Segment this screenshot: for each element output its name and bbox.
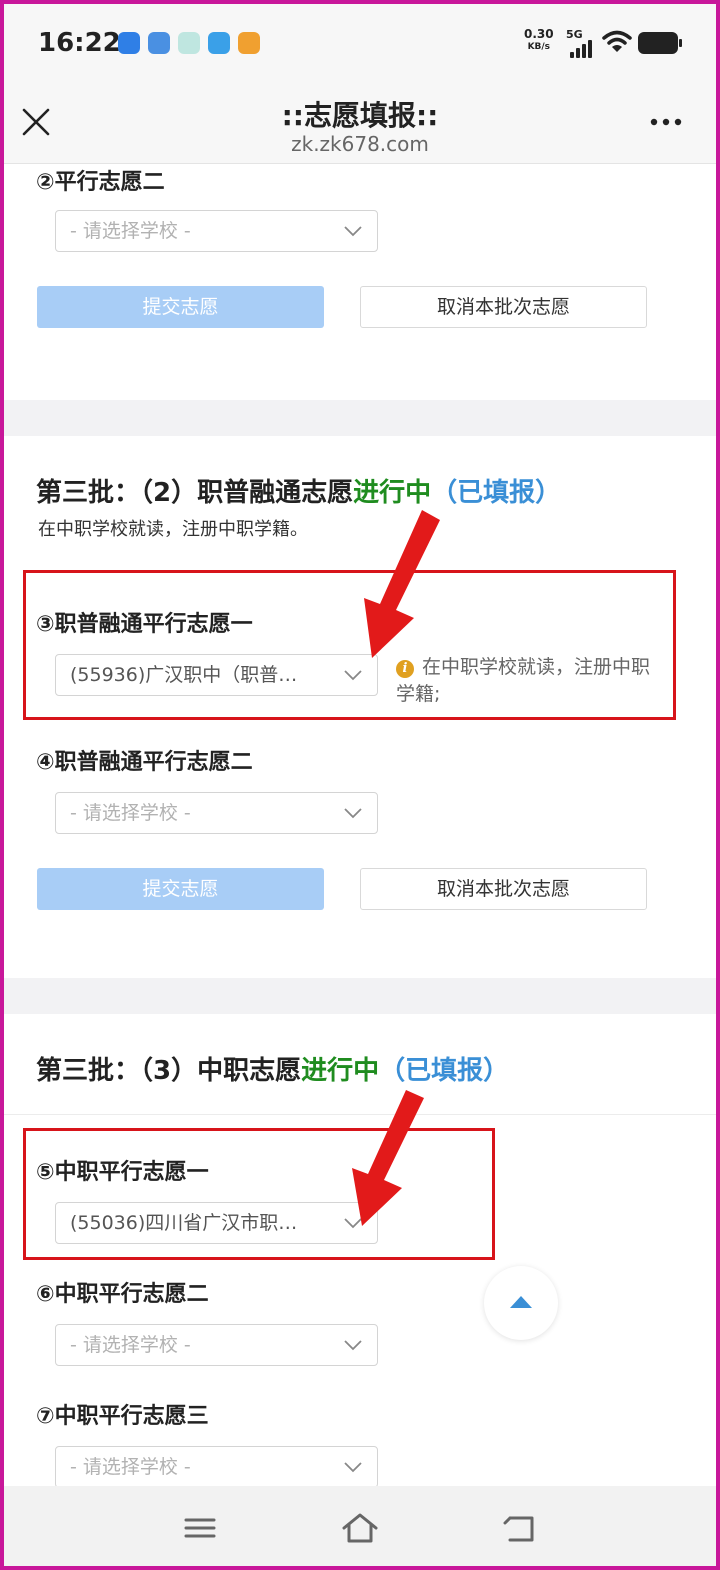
red-arrow-annotation — [364, 510, 440, 658]
app-notification-icon — [148, 32, 170, 54]
status-filled: （已填报） — [431, 478, 562, 508]
submit-button[interactable]: 提交志愿 — [37, 868, 324, 910]
select-placeholder: - 请选择学校 - — [70, 220, 191, 242]
chevron-down-icon — [344, 808, 362, 819]
batch-section-previous: ②平行志愿二 - 请选择学校 - 提交志愿 取消本批次志愿 — [4, 164, 716, 400]
school-select-choice-4[interactable]: - 请选择学校 - — [55, 792, 378, 834]
app-notification-icon — [178, 32, 200, 54]
select-placeholder: - 请选择学校 - — [70, 802, 191, 824]
cancel-batch-button[interactable]: 取消本批次志愿 — [360, 868, 647, 910]
section-title-main: 第三批：（3）中职志愿 — [36, 1056, 302, 1086]
clock: 16:22 — [38, 28, 121, 58]
back-icon[interactable] — [500, 1510, 540, 1546]
app-notification-icon — [118, 32, 140, 54]
menu-icon[interactable] — [180, 1510, 220, 1546]
browser-header: ::志愿填报:: zk.zk678.com — [4, 82, 716, 164]
network-speed-unit: KB/s — [527, 42, 551, 52]
field-label-choice-6: ⑥中职平行志愿二 — [36, 1282, 209, 1307]
network-speed-value: 0.30 — [524, 27, 554, 41]
chevron-down-icon — [344, 1462, 362, 1473]
field-label-choice-4: ④职普融通平行志愿二 — [36, 750, 253, 775]
home-icon[interactable] — [340, 1510, 380, 1546]
section-description: 在中职学校就读，注册中职学籍。 — [38, 519, 308, 540]
school-select-choice-6[interactable]: - 请选择学校 - — [55, 1324, 378, 1366]
status-bar: 16:22 0.30 KB/s 5G — [4, 4, 716, 82]
scroll-to-top-button[interactable] — [484, 1266, 558, 1340]
school-select-choice-7[interactable]: - 请选择学校 - — [55, 1446, 378, 1488]
chevron-down-icon — [344, 1340, 362, 1351]
submit-button[interactable]: 提交志愿 — [37, 286, 324, 328]
chevron-down-icon — [344, 226, 362, 237]
cancel-batch-button[interactable]: 取消本批次志愿 — [360, 286, 647, 328]
field-label-choice-2: ②平行志愿二 — [36, 170, 165, 195]
wifi-icon — [602, 30, 632, 52]
signal-icon — [570, 38, 596, 58]
section-title-main: 第三批：（2）职普融通志愿 — [36, 478, 354, 508]
select-placeholder: - 请选择学校 - — [70, 1456, 191, 1478]
school-select-choice-2[interactable]: - 请选择学校 - — [55, 210, 378, 252]
system-nav-bar — [4, 1486, 716, 1566]
field-label-choice-7: ⑦中职平行志愿三 — [36, 1404, 209, 1429]
page-title: ::志愿填报:: — [281, 99, 439, 132]
battery-icon — [638, 32, 682, 54]
red-arrow-annotation — [352, 1090, 424, 1226]
select-placeholder: - 请选择学校 - — [70, 1334, 191, 1356]
page-url: zk.zk678.com — [291, 132, 429, 156]
arrow-up-icon — [510, 1296, 532, 1308]
section-title: 第三批：（3）中职志愿进行中（已填报） — [36, 1050, 509, 1087]
section-title: 第三批：（2）职普融通志愿进行中（已填报） — [36, 472, 561, 509]
more-options-icon[interactable] — [646, 114, 686, 130]
app-notification-icon — [208, 32, 230, 54]
phone-screen: 16:22 0.30 KB/s 5G ::志愿填报:: zk.zk678.com — [4, 4, 716, 1566]
network-speed: 0.30 KB/s — [524, 28, 554, 54]
app-notification-icon — [238, 32, 260, 54]
